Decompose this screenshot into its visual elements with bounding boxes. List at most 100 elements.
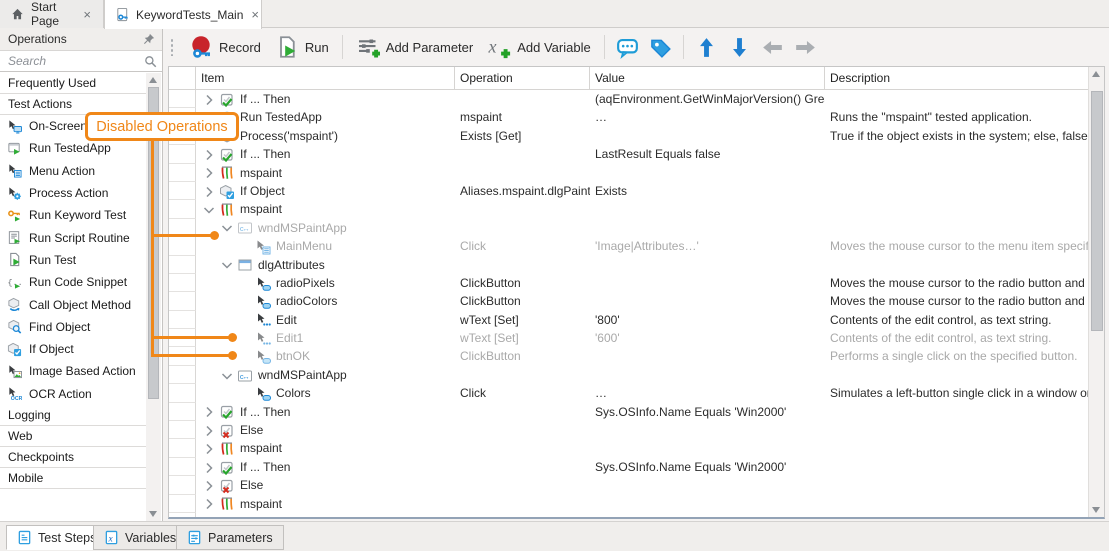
operation-cell[interactable] [455, 439, 590, 457]
value-cell[interactable]: … [590, 384, 825, 402]
chevron-right-icon[interactable] [201, 460, 217, 476]
value-cell[interactable]: Exists [590, 182, 825, 200]
description-cell[interactable] [825, 219, 1088, 237]
row-gutter-cell[interactable] [169, 274, 196, 292]
grid-row-mainmenu[interactable]: MainMenuClick'Image|Attributes…'Moves th… [169, 237, 1088, 255]
operations-category-web[interactable]: Web [0, 426, 146, 447]
close-icon[interactable]: × [249, 7, 261, 22]
grid-row-radiocolors[interactable]: radioColorsClickButtonMoves the mouse cu… [169, 292, 1088, 310]
search-icon[interactable] [143, 54, 158, 69]
row-gutter-cell[interactable] [169, 145, 196, 163]
grid-row-wndmspaintapp[interactable]: c↔wndMSPaintApp [169, 366, 1088, 384]
close-icon[interactable]: × [81, 7, 93, 22]
value-cell[interactable] [590, 421, 825, 439]
description-cell[interactable] [825, 421, 1088, 439]
chevron-right-icon[interactable] [201, 184, 217, 200]
value-cell[interactable] [590, 495, 825, 513]
grid-row-edit[interactable]: EditwText [Set]'800'Contents of the edit… [169, 311, 1088, 329]
description-cell[interactable]: Simulates a left-button single click in … [825, 384, 1088, 402]
operation-cell[interactable]: Aliases.mspaint.dlgPaint [455, 182, 590, 200]
description-cell[interactable] [825, 476, 1088, 494]
row-gutter-cell[interactable] [169, 164, 196, 182]
operation-cell[interactable]: Click [455, 237, 590, 255]
value-cell[interactable] [590, 439, 825, 457]
grid-row-mspaint[interactable]: mspaint [169, 439, 1088, 457]
sidebar-item-ocr-action[interactable]: OCROCR Action [0, 383, 146, 405]
description-cell[interactable]: Moves the mouse cursor to the radio butt… [825, 292, 1088, 310]
row-gutter-cell[interactable] [169, 237, 196, 255]
operation-cell[interactable] [455, 421, 590, 439]
value-cell[interactable] [590, 292, 825, 310]
operation-cell[interactable] [455, 200, 590, 218]
description-cell[interactable] [825, 403, 1088, 421]
chevron-down-icon[interactable] [219, 368, 235, 384]
add-parameter-button[interactable]: Add Parameter [349, 31, 480, 63]
description-cell[interactable] [825, 366, 1088, 384]
toolbar-grip[interactable] [170, 38, 174, 56]
add-label-button[interactable] [644, 32, 677, 63]
grid-row-if-then[interactable]: If ... ThenSys.OSInfo.Name Equals 'Win20… [169, 403, 1088, 421]
sidebar-item-menu-action[interactable]: Menu Action [0, 160, 146, 182]
description-cell[interactable] [825, 145, 1088, 163]
chevron-down-icon[interactable] [219, 220, 235, 236]
grid-row-else[interactable]: Else [169, 421, 1088, 439]
grid-row-mspaint[interactable]: mspaint [169, 200, 1088, 218]
add-comment-button[interactable] [611, 32, 644, 63]
grid-row-if-then[interactable]: If ... Then(aqEnvironment.GetWinMajorVer… [169, 90, 1088, 108]
row-gutter-cell[interactable] [169, 439, 196, 457]
grid-row-run-keyword-test[interactable]: Run Keyword TestKeywordTests.SelectColor… [169, 513, 1088, 517]
operations-search[interactable]: Search [0, 51, 162, 72]
operation-cell[interactable] [455, 458, 590, 476]
grid-row-btnok[interactable]: btnOKClickButtonPerforms a single click … [169, 347, 1088, 365]
description-cell[interactable]: Runs a keyword test. [825, 513, 1088, 517]
grid-row-process-mspaint[interactable]: Process('mspaint')Exists [Get]True if th… [169, 127, 1088, 145]
tab-variables[interactable]: x Variables [93, 525, 187, 550]
description-cell[interactable] [825, 458, 1088, 476]
description-cell[interactable] [825, 439, 1088, 457]
value-cell[interactable]: LastResult Equals false [590, 145, 825, 163]
chevron-right-icon[interactable] [201, 147, 217, 163]
run-button[interactable]: Run [268, 31, 336, 63]
description-cell[interactable]: True if the object exists in the system;… [825, 127, 1088, 145]
grid-row-if-then[interactable]: If ... ThenSys.OSInfo.Name Equals 'Win20… [169, 458, 1088, 476]
description-cell[interactable] [825, 200, 1088, 218]
row-gutter-cell[interactable] [169, 384, 196, 402]
value-cell[interactable] [590, 200, 825, 218]
grid-row-if-object[interactable]: If ObjectAliases.mspaint.dlgPaintExists [169, 182, 1088, 200]
value-cell[interactable] [590, 274, 825, 292]
row-gutter-cell[interactable] [169, 421, 196, 439]
add-variable-button[interactable]: x Add Variable [480, 31, 597, 63]
scroll-down-icon[interactable] [149, 511, 157, 517]
operation-cell[interactable] [455, 476, 590, 494]
grid-row-else[interactable]: Else [169, 476, 1088, 494]
description-cell[interactable] [825, 256, 1088, 274]
value-cell[interactable]: 100, 100, 150 [590, 513, 825, 517]
value-cell[interactable]: Sys.OSInfo.Name Equals 'Win2000' [590, 403, 825, 421]
chevron-right-icon[interactable] [201, 404, 217, 420]
operations-category-checkpoints[interactable]: Checkpoints [0, 447, 146, 468]
row-gutter-cell[interactable] [169, 458, 196, 476]
grid-row-colors[interactable]: ColorsClick…Simulates a left-button sing… [169, 384, 1088, 402]
value-cell[interactable] [590, 347, 825, 365]
chevron-right-icon[interactable] [201, 423, 217, 439]
value-cell[interactable]: … [590, 108, 825, 126]
row-gutter-cell[interactable] [169, 292, 196, 310]
operation-cell[interactable]: KeywordTests.SelectColor [455, 513, 590, 517]
description-cell[interactable]: Contents of the edit control, as text st… [825, 329, 1088, 347]
description-cell[interactable]: Moves the mouse cursor to the radio butt… [825, 274, 1088, 292]
value-cell[interactable] [590, 366, 825, 384]
grid-row-mspaint[interactable]: mspaint [169, 495, 1088, 513]
value-cell[interactable]: (aqEnvironment.GetWinMajorVersion() Grea… [590, 90, 825, 108]
grid-row-dlgattributes[interactable]: dlgAttributes [169, 256, 1088, 274]
sidebar-item-find-object[interactable]: Find Object [0, 316, 146, 338]
chevron-down-icon[interactable] [219, 257, 235, 273]
tab-parameters[interactable]: Parameters [176, 525, 284, 550]
scroll-down-icon[interactable] [1092, 507, 1100, 513]
sidebar-item-run-test[interactable]: Run Test [0, 249, 146, 271]
row-gutter-cell[interactable] [169, 476, 196, 494]
row-gutter-cell[interactable] [169, 513, 196, 517]
operation-cell[interactable]: Click [455, 384, 590, 402]
description-cell[interactable]: Performs a single click on the specified… [825, 347, 1088, 365]
description-cell[interactable] [825, 164, 1088, 182]
sidebar-item-run-script-routine[interactable]: Run Script Routine [0, 226, 146, 248]
